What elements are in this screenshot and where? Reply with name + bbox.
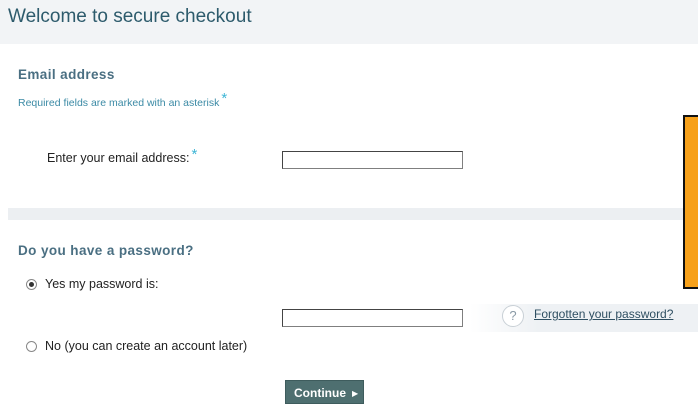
section-divider: [8, 208, 698, 220]
required-fields-note: Required fields are marked with an aster…: [18, 91, 227, 109]
email-label: Enter your email address: *: [47, 147, 197, 165]
password-section-heading: Do you have a password?: [18, 243, 194, 258]
radio-no-label[interactable]: No (you can create an account later): [45, 339, 247, 353]
email-section-heading: Email address: [18, 67, 115, 82]
email-required-asterisk: *: [191, 146, 198, 163]
page-title: Welcome to secure checkout: [8, 6, 252, 27]
continue-button[interactable]: Continue ▶: [285, 380, 364, 404]
radio-no-password[interactable]: [26, 341, 37, 352]
promo-panel: [683, 115, 698, 289]
radio-yes-password[interactable]: [26, 279, 37, 290]
email-label-text: Enter your email address:: [47, 151, 190, 165]
chevron-right-icon: ▶: [352, 389, 359, 398]
email-input[interactable]: [282, 151, 463, 169]
required-note-text: Required fields are marked with an aster…: [18, 97, 220, 109]
continue-label: Continue: [294, 386, 346, 400]
password-input[interactable]: [282, 309, 463, 327]
required-asterisk: *: [221, 90, 228, 107]
forgot-password-link[interactable]: Forgotten your password?: [534, 307, 673, 321]
radio-yes-label[interactable]: Yes my password is:: [45, 277, 158, 291]
help-icon[interactable]: ?: [502, 305, 524, 327]
